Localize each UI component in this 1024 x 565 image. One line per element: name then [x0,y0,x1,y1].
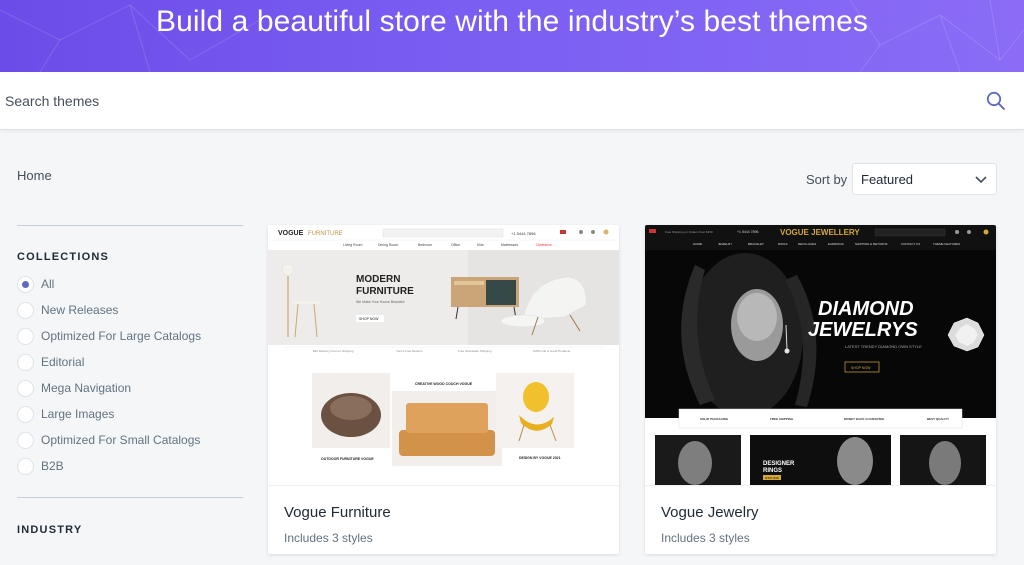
sort-selected-value: Featured [861,172,914,187]
sidebar-divider [17,497,243,498]
theme-card-vogue-jewelry[interactable]: Free Shipping on Orders Over $150 +1 544… [645,225,996,554]
filter-all[interactable]: All [17,274,257,294]
preview-hero-title: JEWELRYS [808,319,918,341]
preview-promo: CREATIVE WOOD COUCH VOGUE [415,382,473,386]
preview-nav: HOME [693,242,702,246]
card-footer: Vogue Furniture Includes 3 styles [268,485,619,554]
search-icon[interactable] [986,91,1006,111]
hero-banner: Build a beautiful store with the industr… [0,0,1024,72]
filter-label: B2B [41,459,64,473]
sort-label: Sort by [806,172,848,187]
preview-nav: CONTACT US [901,242,920,246]
preview-phone: +1 5444 7896 [511,231,536,236]
preview-nav: Bedroom [418,243,432,247]
radio-button[interactable] [17,432,34,449]
filter-editorial[interactable]: Editorial [17,352,257,372]
preview-hero-button: SHOP NOW [851,366,871,370]
radio-button[interactable] [17,458,34,475]
preview-feature: $40 Delivery Cost on Shipping [313,349,354,353]
preview-promo: OUTDOOR FURNITURE VOGUE [321,457,374,461]
sort-select[interactable]: Featured [852,163,997,195]
preview-nav: SHIPPING & RETURNS [855,242,888,246]
preview-feature: FREE SHIPPING [770,417,794,421]
preview-feature: You're Free Returns [396,349,423,353]
preview-tile-button: SHOP NOW [765,477,779,480]
preview-feature: Free Worldwide Shipping [458,349,492,353]
radio-button[interactable] [17,328,34,345]
preview-hero-button: SHOP NOW [359,317,379,321]
preview-promo: DESIGN BY VOGUE 2021 [519,456,561,460]
preview-feature: 100% Life & Good Products [533,349,571,353]
hero-title: Build a beautiful store with the industr… [156,5,868,38]
preview-nav: THEME FEATURES [933,242,960,246]
preview-feature: MONEY BACK GUARANTEE [844,417,884,421]
card-footer: Vogue Jewelry Includes 3 styles [645,485,996,554]
collections-heading: COLLECTIONS [17,251,110,263]
preview-nav: JEWELRY [718,242,732,246]
theme-name[interactable]: Vogue Jewelry [661,504,759,521]
filter-small-catalogs[interactable]: Optimized For Small Catalogs [17,430,257,450]
preview-hero-sub: LATEST TRENDY DIAMOND OWN STYLE [845,344,922,349]
filter-b2b[interactable]: B2B [17,456,257,476]
industry-heading: INDUSTRY [17,524,83,536]
filter-label: New Releases [41,303,119,317]
preview-hero-title: DIAMOND [818,298,914,320]
preview-nav: Dining Room [378,243,398,247]
theme-preview-vogue-furniture[interactable]: VOGUE FURNITURE +1 5444 7896 Living Room… [268,225,619,485]
filter-mega-navigation[interactable]: Mega Navigation [17,378,257,398]
search-bar [0,72,1024,130]
preview-hero-title: FURNITURE [356,286,414,297]
theme-name[interactable]: Vogue Furniture [284,504,391,521]
preview-nav: Mattresses [501,243,518,247]
preview-nav: RINGS [778,242,788,246]
preview-nav: Kids [477,243,484,247]
preview-nav: Clearance [536,243,552,247]
preview-top-note: Free Shipping on Orders Over $150 [665,230,713,234]
preview-hero-sub: We Make Your House Beautiful [356,300,405,304]
filter-label: Optimized For Small Catalogs [41,433,201,447]
sidebar-divider [17,225,243,226]
theme-styles-count: Includes 3 styles [284,531,373,545]
filter-new-releases[interactable]: New Releases [17,300,257,320]
radio-button[interactable] [17,302,34,319]
radio-button[interactable] [17,406,34,423]
breadcrumb-home[interactable]: Home [17,168,52,183]
theme-preview-vogue-jewelry[interactable]: Free Shipping on Orders Over $150 +1 544… [645,225,996,485]
preview-logo-suffix: FURNITURE [308,231,343,237]
filter-label: Mega Navigation [41,381,132,395]
preview-logo: VOGUE [278,230,304,237]
radio-button[interactable] [17,380,34,397]
filter-large-catalogs[interactable]: Optimized For Large Catalogs [17,326,257,346]
search-input[interactable] [0,72,970,130]
preview-feature: BEST QUALITY [927,417,949,421]
furniture-preview-image: VOGUE FURNITURE +1 5444 7896 Living Room… [268,225,619,485]
filter-label: Optimized For Large Catalogs [41,329,202,343]
radio-button[interactable] [17,276,34,293]
theme-styles-count: Includes 3 styles [661,531,750,545]
preview-tile-title: RINGS [763,468,782,474]
filter-label: Editorial [41,355,85,369]
jewelry-preview-image: Free Shipping on Orders Over $150 +1 544… [645,225,996,485]
theme-card-vogue-furniture[interactable]: VOGUE FURNITURE +1 5444 7896 Living Room… [268,225,619,554]
preview-logo: VOGUE JEWELLERY [780,228,860,237]
filter-label: Large Images [41,407,115,421]
filter-large-images[interactable]: Large Images [17,404,257,424]
preview-feature: SOLID PACKAGING [700,417,729,421]
preview-nav: Living Room [343,243,363,247]
radio-button[interactable] [17,354,34,371]
preview-hero-title: MODERN [356,274,400,285]
filter-label: All [41,277,55,291]
preview-phone: +1 5444 7896 [737,230,759,234]
preview-nav: NECKLACES [798,242,816,246]
chevron-down-icon [975,176,987,184]
preview-tile-title: DESIGNER [763,461,795,467]
preview-nav: EARRINGS [828,242,844,246]
preview-nav: BRACELET [748,242,764,246]
preview-nav: Office [451,243,460,247]
